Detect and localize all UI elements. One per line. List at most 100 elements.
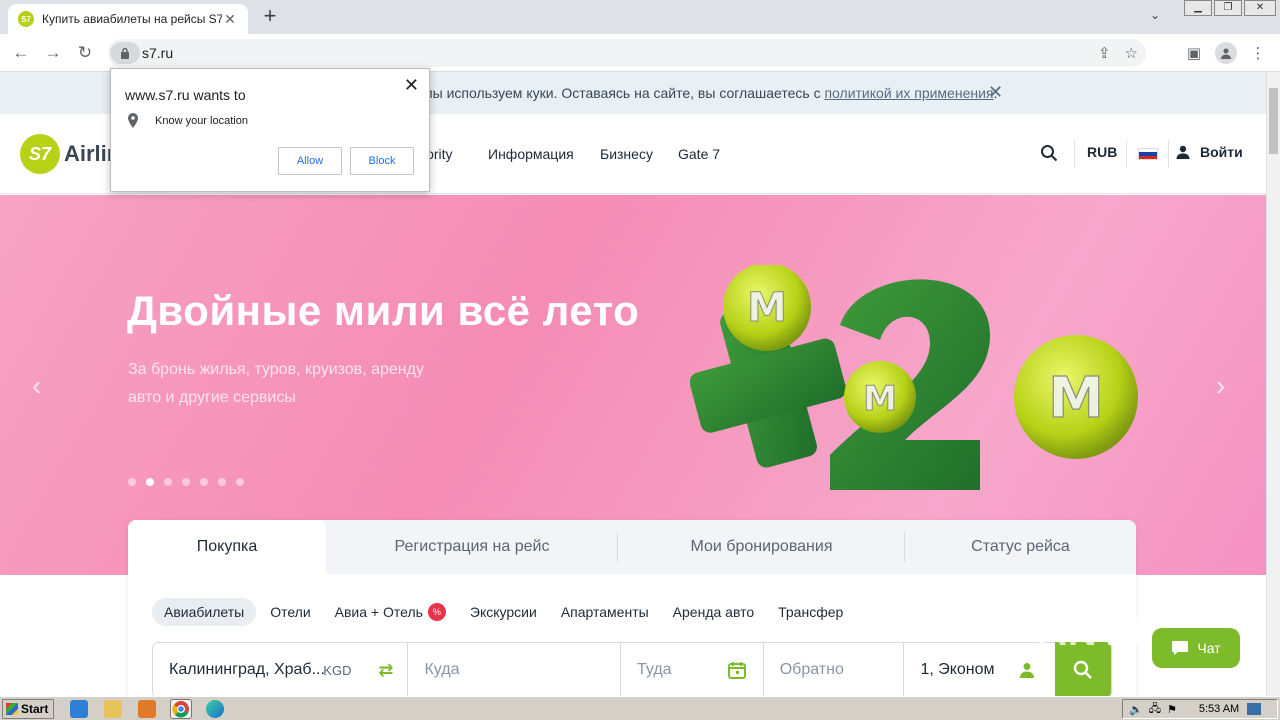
- profile-button[interactable]: [1214, 42, 1238, 64]
- volume-icon[interactable]: 🔈: [1129, 703, 1143, 716]
- new-tab-button[interactable]: +: [258, 4, 282, 30]
- pill-flights[interactable]: Авиабилеты: [152, 598, 257, 626]
- flight-search-form: Калининград, Храб... KGD ⇄ Куда Туда Обр…: [152, 642, 1112, 696]
- tab-my-bookings[interactable]: Мои бронирования: [618, 520, 905, 574]
- login-button[interactable]: Войти: [1176, 144, 1243, 160]
- permission-close-icon[interactable]: ✕: [404, 75, 419, 96]
- search-icon[interactable]: [1040, 144, 1058, 162]
- tab-purchase[interactable]: Покупка: [128, 520, 326, 574]
- edge-icon[interactable]: [206, 700, 224, 718]
- carousel-dot[interactable]: [218, 478, 226, 486]
- address-bar[interactable]: s7.ru ⇪ ☆: [108, 39, 1146, 67]
- hero-carousel: Двойные мили всё лето За бронь жилья, ту…: [0, 195, 1266, 575]
- login-label: Войти: [1200, 144, 1243, 160]
- menu-kebab-icon[interactable]: ⋮: [1250, 42, 1266, 64]
- carousel-next-icon[interactable]: ›: [1216, 370, 1225, 402]
- destination-placeholder: Куда: [424, 661, 460, 678]
- nav-info[interactable]: Информация: [488, 146, 574, 162]
- lock-icon[interactable]: [110, 42, 140, 64]
- tab-search-icon[interactable]: ⌄: [1150, 8, 1160, 22]
- currency-selector[interactable]: RUB: [1087, 144, 1117, 160]
- reload-icon[interactable]: ↻: [74, 42, 96, 64]
- carousel-prev-icon[interactable]: ‹: [32, 370, 41, 402]
- pill-excursions[interactable]: Экскурсии: [470, 604, 537, 620]
- search-icon: [1073, 660, 1092, 679]
- swap-icon[interactable]: ⇄: [378, 660, 393, 681]
- pill-flight-hotel[interactable]: Авиа + Отель%: [335, 603, 446, 621]
- carousel-dot[interactable]: [164, 478, 172, 486]
- origin-code: KGD: [323, 662, 352, 678]
- carousel-dot[interactable]: [182, 478, 190, 486]
- network-icon[interactable]: 🖧: [1149, 700, 1161, 719]
- explorer-folder-icon[interactable]: [104, 700, 122, 718]
- carousel-dot[interactable]: [200, 478, 208, 486]
- depart-placeholder: Туда: [637, 661, 672, 678]
- chat-button[interactable]: Чат: [1152, 628, 1240, 668]
- pill-hotels[interactable]: Отели: [270, 604, 310, 620]
- coin-m-top: M: [723, 265, 811, 351]
- nav-business[interactable]: Бизнесу: [600, 146, 653, 162]
- s7-favicon-icon: S7: [18, 11, 34, 27]
- tab-flight-status[interactable]: Статус рейса: [905, 520, 1136, 574]
- carousel-dot[interactable]: [146, 478, 154, 486]
- tab-checkin[interactable]: Регистрация на рейс: [326, 520, 618, 574]
- windows-taskbar: Start 🔈 🖧 ⚑ 5:53 AM: [0, 696, 1280, 720]
- ie-icon[interactable]: [70, 700, 88, 718]
- url-text: s7.ru: [142, 45, 174, 61]
- flag-icon[interactable]: ⚑: [1167, 703, 1177, 716]
- destination-field[interactable]: Куда: [408, 643, 621, 696]
- carousel-dots: [128, 478, 244, 486]
- chrome-icon[interactable]: [170, 699, 192, 719]
- hero-title: Двойные мили всё лето: [127, 287, 640, 334]
- header-divider: [1126, 140, 1127, 168]
- pill-transfer[interactable]: Трансфер: [778, 604, 843, 620]
- bookmark-star-icon[interactable]: ☆: [1125, 44, 1138, 62]
- pill-car-rental[interactable]: Аренда авто: [673, 604, 754, 620]
- origin-value: Калининград, Храб...: [169, 661, 325, 678]
- location-pin-icon: [128, 113, 138, 128]
- windows-logo-icon: [6, 703, 18, 715]
- nav-gate7[interactable]: Gate 7: [678, 146, 720, 162]
- cookie-close-icon[interactable]: ✕: [988, 82, 1003, 103]
- double-miles-illustration: M M M: [690, 265, 1138, 490]
- scrollbar-thumb[interactable]: [1269, 88, 1278, 154]
- coin-m-right: M: [1014, 335, 1138, 459]
- pill-apartments[interactable]: Апартаменты: [561, 604, 649, 620]
- block-button[interactable]: Block: [350, 147, 414, 175]
- profile-avatar-icon: [1215, 42, 1237, 64]
- cookie-policy-link[interactable]: политикой их применения: [824, 85, 993, 101]
- location-permission-popup: www.s7.ru wants to ✕ Know your location …: [110, 68, 430, 192]
- show-desktop-icon[interactable]: [1247, 703, 1262, 715]
- window-close-icon[interactable]: ✕: [1244, 0, 1276, 16]
- passengers-field[interactable]: 1, Эконом: [904, 643, 1055, 696]
- carousel-dot[interactable]: [128, 478, 136, 486]
- page-scrollbar[interactable]: [1266, 72, 1280, 696]
- header-divider: [1168, 140, 1169, 168]
- passenger-icon: [1020, 663, 1035, 678]
- chat-icon: [1172, 641, 1189, 655]
- allow-button[interactable]: Allow: [278, 147, 342, 175]
- forward-icon[interactable]: →: [42, 42, 64, 64]
- cookie-text: мы используем куки. Оставаясь на сайте, …: [423, 85, 998, 101]
- svg-text:M: M: [747, 285, 787, 331]
- browser-tab[interactable]: S7 Купить авиабилеты на рейсы S7 А ✕: [8, 4, 248, 34]
- passengers-value: 1, Эконом: [920, 661, 995, 678]
- carousel-dot[interactable]: [236, 478, 244, 486]
- coin-m-middle: M: [844, 361, 916, 433]
- minimize-icon[interactable]: ▁: [1184, 0, 1212, 16]
- side-panel-icon[interactable]: ▣: [1184, 42, 1204, 64]
- back-icon[interactable]: ←: [10, 42, 32, 64]
- start-button[interactable]: Start: [2, 699, 54, 719]
- depart-date-field[interactable]: Туда: [621, 643, 764, 696]
- restore-icon[interactable]: ❐: [1214, 0, 1242, 16]
- share-icon[interactable]: ⇪: [1098, 44, 1111, 62]
- permission-host: www.s7.ru wants to: [125, 87, 246, 103]
- origin-field[interactable]: Калининград, Храб... KGD ⇄: [153, 643, 409, 696]
- return-date-field[interactable]: Обратно: [764, 643, 905, 696]
- media-player-icon[interactable]: [138, 700, 156, 718]
- system-tray: 🔈 🖧 ⚑ 5:53 AM: [1122, 699, 1278, 719]
- s7-logo-mark: S7: [20, 134, 60, 174]
- language-selector[interactable]: [1138, 148, 1158, 160]
- discount-badge: %: [427, 603, 446, 621]
- tab-close-icon[interactable]: ✕: [222, 11, 238, 28]
